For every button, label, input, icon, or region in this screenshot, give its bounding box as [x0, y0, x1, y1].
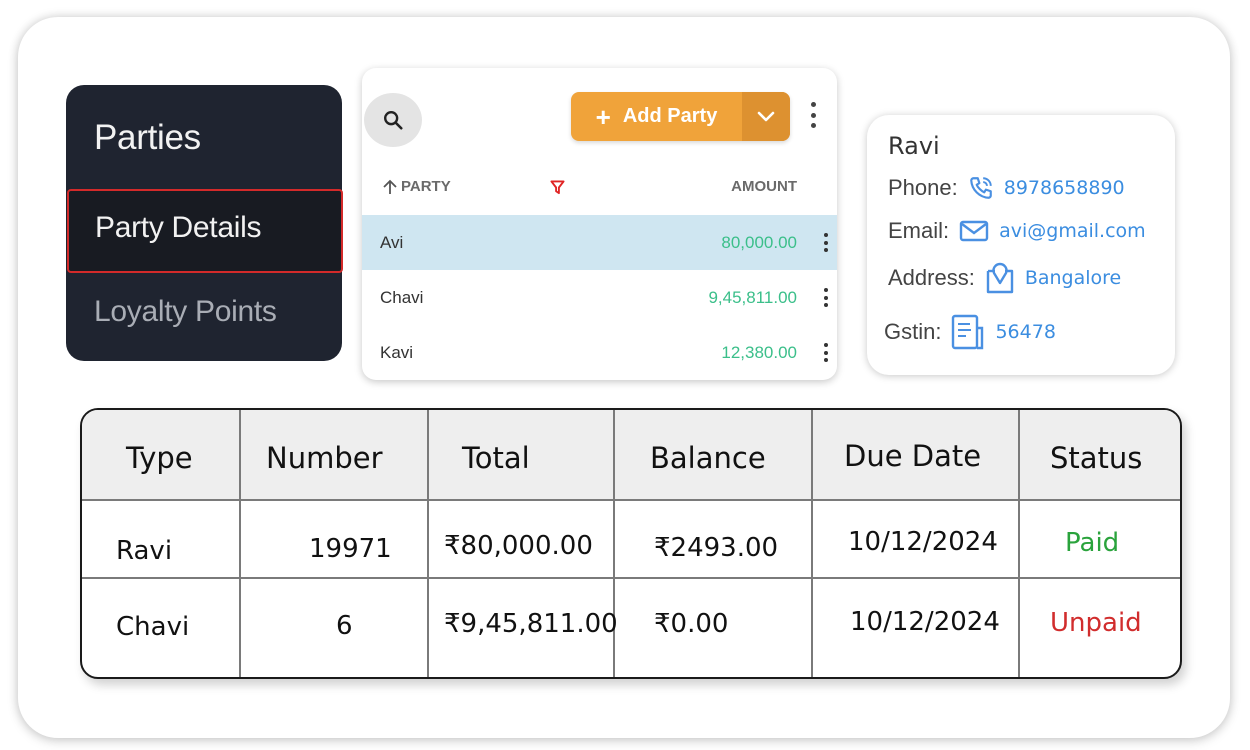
search-button[interactable] [364, 93, 422, 147]
contact-name: Ravi [888, 132, 940, 160]
header-due-date[interactable]: Due Date [844, 439, 981, 473]
gstin-row: Gstin: 56478 [884, 314, 1056, 350]
phone-value[interactable]: 8978658890 [1004, 177, 1125, 199]
party-row[interactable]: Avi 80,000.00 [362, 215, 837, 270]
search-icon [384, 111, 403, 130]
add-party-button-group: + Add Party [571, 92, 790, 141]
party-column-label: PARTY [401, 178, 451, 195]
cell-total: ₹80,000.00 [444, 531, 593, 561]
party-amount: 9,45,811.00 [708, 288, 797, 307]
header-status[interactable]: Status [1050, 441, 1142, 475]
filter-icon [550, 180, 565, 195]
header-balance[interactable]: Balance [650, 441, 766, 475]
party-column-header[interactable]: PARTY [382, 178, 451, 195]
party-amount: 80,000.00 [721, 233, 797, 252]
cell-type: Ravi [116, 536, 173, 566]
email-label: Email: [888, 218, 950, 243]
party-list-card: + Add Party PARTY AMOUNT Avi 80,000.00 C… [362, 68, 837, 380]
email-row: Email: avi@gmail.com [888, 218, 1146, 244]
row-divider [82, 499, 1180, 501]
party-amount: 12,380.00 [721, 343, 797, 362]
party-name: Chavi [380, 288, 424, 307]
row-options-icon[interactable] [823, 343, 829, 362]
sidebar-title: Parties [94, 118, 201, 157]
column-divider [239, 410, 241, 677]
sidebar-item-loyalty-points[interactable]: Loyalty Points [94, 295, 277, 329]
chevron-down-icon [757, 111, 775, 121]
cell-type: Chavi [116, 612, 190, 642]
document-icon [951, 314, 985, 350]
email-value[interactable]: avi@gmail.com [999, 220, 1146, 242]
row-options-icon[interactable] [823, 288, 829, 307]
table-header-background [82, 410, 1180, 500]
cell-due-date: 10/12/2024 [848, 527, 998, 557]
sidebar-item-label: Party Details [95, 211, 262, 244]
address-row: Address: Bangalore [888, 261, 1121, 295]
map-pin-icon [985, 261, 1015, 295]
more-options-icon[interactable] [806, 100, 820, 130]
status-badge: Unpaid [1050, 608, 1142, 638]
add-party-button[interactable]: + Add Party [571, 92, 742, 141]
phone-label: Phone: [888, 175, 958, 200]
header-number[interactable]: Number [266, 441, 383, 475]
row-divider [82, 577, 1180, 579]
add-party-dropdown-button[interactable] [742, 92, 790, 141]
party-row[interactable]: Kavi 12,380.00 [362, 325, 837, 380]
cell-balance: ₹2493.00 [654, 533, 779, 563]
phone-icon [968, 175, 994, 201]
row-options-icon[interactable] [823, 233, 829, 252]
gstin-value: 56478 [995, 321, 1056, 343]
party-name: Kavi [380, 343, 414, 362]
column-divider [1018, 410, 1020, 677]
amount-column-header[interactable]: AMOUNT [731, 178, 797, 195]
cell-number: 19971 [309, 534, 392, 564]
cell-due-date: 10/12/2024 [850, 607, 1000, 637]
cell-number: 6 [336, 611, 353, 641]
sort-arrow-up-icon [383, 179, 397, 194]
column-divider [427, 410, 429, 677]
address-value[interactable]: Bangalore [1025, 267, 1121, 289]
header-total[interactable]: Total [462, 441, 530, 475]
invoice-table: Type Number Total Balance Due Date Statu… [80, 408, 1182, 679]
contact-details-card: Ravi Phone: 8978658890 Email: avi@gmail.… [867, 115, 1175, 375]
phone-row: Phone: 8978658890 [888, 175, 1125, 201]
parties-sidebar: Parties Party Details Loyalty Points [66, 85, 343, 361]
party-row[interactable]: Chavi 9,45,811.00 [362, 270, 837, 325]
cell-total: ₹9,45,811.00 [444, 609, 618, 639]
header-type[interactable]: Type [126, 441, 193, 475]
gstin-label: Gstin: [884, 319, 942, 344]
address-label: Address: [888, 265, 975, 290]
column-divider [811, 410, 813, 677]
plus-icon: + [595, 101, 611, 132]
sidebar-item-party-details[interactable]: Party Details [67, 189, 343, 273]
cell-balance: ₹0.00 [654, 609, 729, 639]
status-badge: Paid [1065, 528, 1120, 558]
party-name: Avi [380, 233, 404, 252]
filter-button[interactable] [550, 180, 565, 199]
email-icon [959, 220, 989, 242]
add-party-label: Add Party [622, 105, 718, 127]
